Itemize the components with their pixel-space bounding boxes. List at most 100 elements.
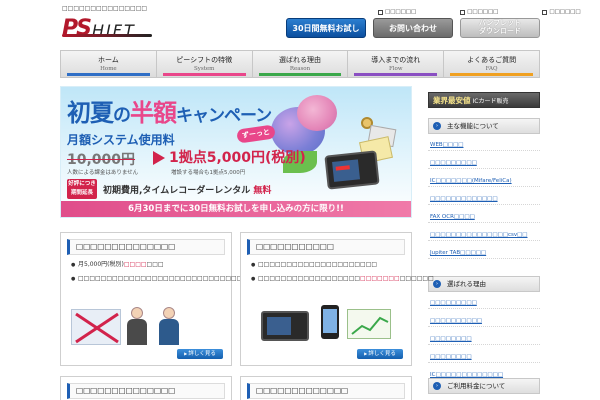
sidebar-link[interactable]: IC□□□□□□□(Mifare/FeliCa) — [428, 176, 540, 187]
header-link-3[interactable]: □□□□□□ — [542, 9, 581, 15]
box-heading: □□□□□□□□□□□□□□ — [67, 239, 225, 255]
sidebar-reasons-list: □□□□□□□□□ □□□□□□□□□□ □□□□□□□□ □□□□□□□□ I… — [428, 298, 540, 388]
nav-item-system[interactable]: ピーシフトの特徴 System — [157, 51, 253, 77]
campaign-banner[interactable]: 初夏の半額キャンペーン 月額システム使用料 ずーっと 10,000円 1拠点5,… — [60, 86, 412, 218]
sidebar-section-title: 主な機能について — [447, 122, 499, 130]
banner-title: 初夏の半額キャンペーン — [67, 93, 272, 128]
banner-note-1: 人数による課金はありません — [67, 170, 139, 176]
sidebar-link[interactable]: Jupiter TAB□□□□□ — [428, 248, 540, 259]
time-recorder-image — [261, 311, 309, 341]
square-bullet-icon — [542, 9, 548, 15]
arrow-right-icon — [153, 151, 165, 165]
time-recorder-device-image — [324, 150, 380, 190]
initial-cost-text: 初期費用,タイムレコーダーレンタル — [103, 186, 251, 196]
nav-label: 導入までの流れ — [371, 56, 421, 64]
nav-color-bar — [258, 73, 342, 76]
box-heading: □□□□□□□□□□□□□ — [247, 383, 405, 399]
pamphlet-label-2: ダウンロード — [479, 27, 521, 35]
sidebar-features-list: WEB□□□□ □□□□□□□□□ IC□□□□□□□(Mifare/FeliC… — [428, 140, 540, 266]
sidebar-link[interactable]: □□□□□□□□□□ — [428, 316, 540, 327]
smartphone-image — [321, 305, 339, 339]
header-utility-links: □□□□□□ □□□□□□ □□□□□□ — [378, 9, 581, 15]
nav-sublabel: Reason — [289, 66, 311, 72]
header-link-2[interactable]: □□□□□□ — [460, 9, 498, 15]
site-logo[interactable]: PS HIFT — [62, 16, 162, 44]
contact-button[interactable]: お問い合わせ — [373, 18, 453, 38]
banner-fee-label: 月額システム使用料 — [67, 133, 175, 147]
nav-sublabel: Home — [100, 66, 117, 72]
ic-banner-label: 業界最安値 — [433, 96, 471, 105]
sidebar-link[interactable]: FAX OCR□□□□ — [428, 212, 540, 223]
header-link-label: □□□□□□ — [549, 9, 581, 15]
banner-title-main: 初夏 — [67, 99, 114, 127]
hydrangea-illustration — [297, 95, 337, 131]
banner-deadline-strip: 6月30日までに30日無料お試しを申し込みの方に限り!! — [61, 201, 411, 217]
banner-old-price: 10,000円 — [67, 152, 136, 168]
box-bullet-list: 月5,000円(税別)□□□□□□□ □□□□□□□□□□□□□□□□□□□□□… — [71, 261, 288, 289]
nav-color-bar — [67, 73, 150, 76]
site-tagline: □□□□□□□□□□□□□□□ — [62, 5, 148, 12]
chevron-right-icon: › — [433, 122, 441, 130]
list-item-text: □□□ — [146, 261, 164, 268]
pamphlet-download-button[interactable]: パンフレット ダウンロード — [460, 18, 540, 38]
sidebar-link[interactable]: □□□□□□□□ — [428, 334, 540, 345]
list-item-text: □□□□□□□□□□□□□□□□□□ — [258, 275, 361, 282]
nav-item-faq[interactable]: よくあるご質問 FAQ — [444, 51, 539, 77]
sidebar-link[interactable]: □□□□□□□□ — [428, 352, 540, 363]
logo-swoosh — [62, 34, 152, 37]
chevron-right-icon: › — [433, 280, 441, 288]
nav-sublabel: FAQ — [485, 66, 498, 72]
free-trial-button[interactable]: 30日間無料お試し — [286, 18, 366, 38]
header-link-label: □□□□□□ — [467, 9, 499, 15]
banner-new-price: 1拠点5,000円(税別) — [169, 150, 306, 166]
box-heading: □□□□□□□□□□□ — [247, 239, 405, 255]
list-item: □□□□□□□□□□□□□□□□□□□□□□□□□□□□□□□ — [251, 275, 434, 283]
badge-line-2: 期間延長 — [70, 190, 93, 196]
header-link-label: □□□□□□ — [385, 9, 417, 15]
list-item-highlight: □□□□□□□ — [360, 275, 400, 282]
details-button[interactable]: 詳しく見る — [357, 349, 403, 359]
header-link-1[interactable]: □□□□□□ — [378, 9, 416, 15]
list-item: 月5,000円(税別)□□□□□□□ — [71, 261, 223, 269]
sidebar-link[interactable]: □□□□□□□□□□□□□ — [428, 194, 540, 205]
ic-banner-sublabel: ICカード販売 — [472, 98, 509, 105]
sidebar-link[interactable]: WEB□□□□ — [428, 140, 540, 151]
box-bullet-list: □□□□□□□□□□□□□□□□□□□□□ □□□□□□□□□□□□□□□□□□… — [251, 261, 434, 289]
nav-sublabel: System — [194, 66, 215, 72]
nav-color-bar — [450, 73, 533, 76]
sidebar-link[interactable]: □□□□□□□□□□□□□□□csv□□ — [428, 230, 540, 241]
sidebar-section-reasons: › 選ばれる理由 — [428, 276, 540, 292]
chart-lines-icon — [351, 316, 389, 335]
banner-initial-cost: 初期費用,タイムレコーダーレンタル 無料 — [103, 183, 271, 196]
sidebar-link[interactable]: □□□□□□□□□ — [428, 158, 540, 169]
initial-cost-free: 無料 — [253, 186, 272, 196]
list-item-text: 月5,000円(税別) — [78, 261, 124, 268]
sidebar-section-title: 選ばれる理由 — [447, 280, 486, 288]
sidebar-section-features: › 主な機能について — [428, 118, 540, 134]
details-button[interactable]: 詳しく見る — [177, 349, 223, 359]
content-box-pricing: □□□□□□□□□□□□□□ 月5,000円(税別)□□□□□□□ □□□□□□… — [60, 232, 288, 366]
content-box-3: □□□□□□□□□□□□□□ — [60, 376, 232, 400]
nav-item-reason[interactable]: 選ばれる理由 Reason — [253, 51, 349, 77]
nav-color-bar — [162, 73, 246, 76]
logo-ps: PS — [62, 16, 92, 41]
nav-label: 選ばれる理由 — [278, 56, 321, 64]
square-bullet-icon — [378, 9, 383, 15]
nav-label: ピーシフトの特徴 — [176, 56, 233, 64]
nav-color-bar — [354, 73, 438, 76]
banner-note-2: 増設する場合も1拠点5,000円 — [171, 170, 246, 176]
sidebar-ic-card-banner[interactable]: 業界最安値 ICカード販売 — [428, 92, 540, 108]
nav-label: ホーム — [98, 56, 119, 64]
nav-label: よくあるご質問 — [467, 56, 517, 64]
banner-title-no: の — [113, 105, 131, 126]
list-item: □□□□□□□□□□□□□□□□□□□□□ — [251, 261, 403, 269]
banner-title-half: 半額 — [130, 99, 177, 127]
nav-sublabel: Flow — [388, 66, 403, 72]
list-item: □□□□□□□□□□□□□□□□□□□□□□□□□□□□□□□□□□□□□ — [71, 275, 288, 283]
square-bullet-icon — [460, 9, 466, 15]
nav-item-home[interactable]: ホーム Home — [61, 51, 157, 77]
sidebar-section-title: ご利用料金について — [447, 382, 506, 390]
nav-item-flow[interactable]: 導入までの流れ Flow — [348, 51, 445, 77]
cross-icon — [75, 312, 119, 344]
sidebar-link[interactable]: □□□□□□□□□ — [428, 298, 540, 309]
